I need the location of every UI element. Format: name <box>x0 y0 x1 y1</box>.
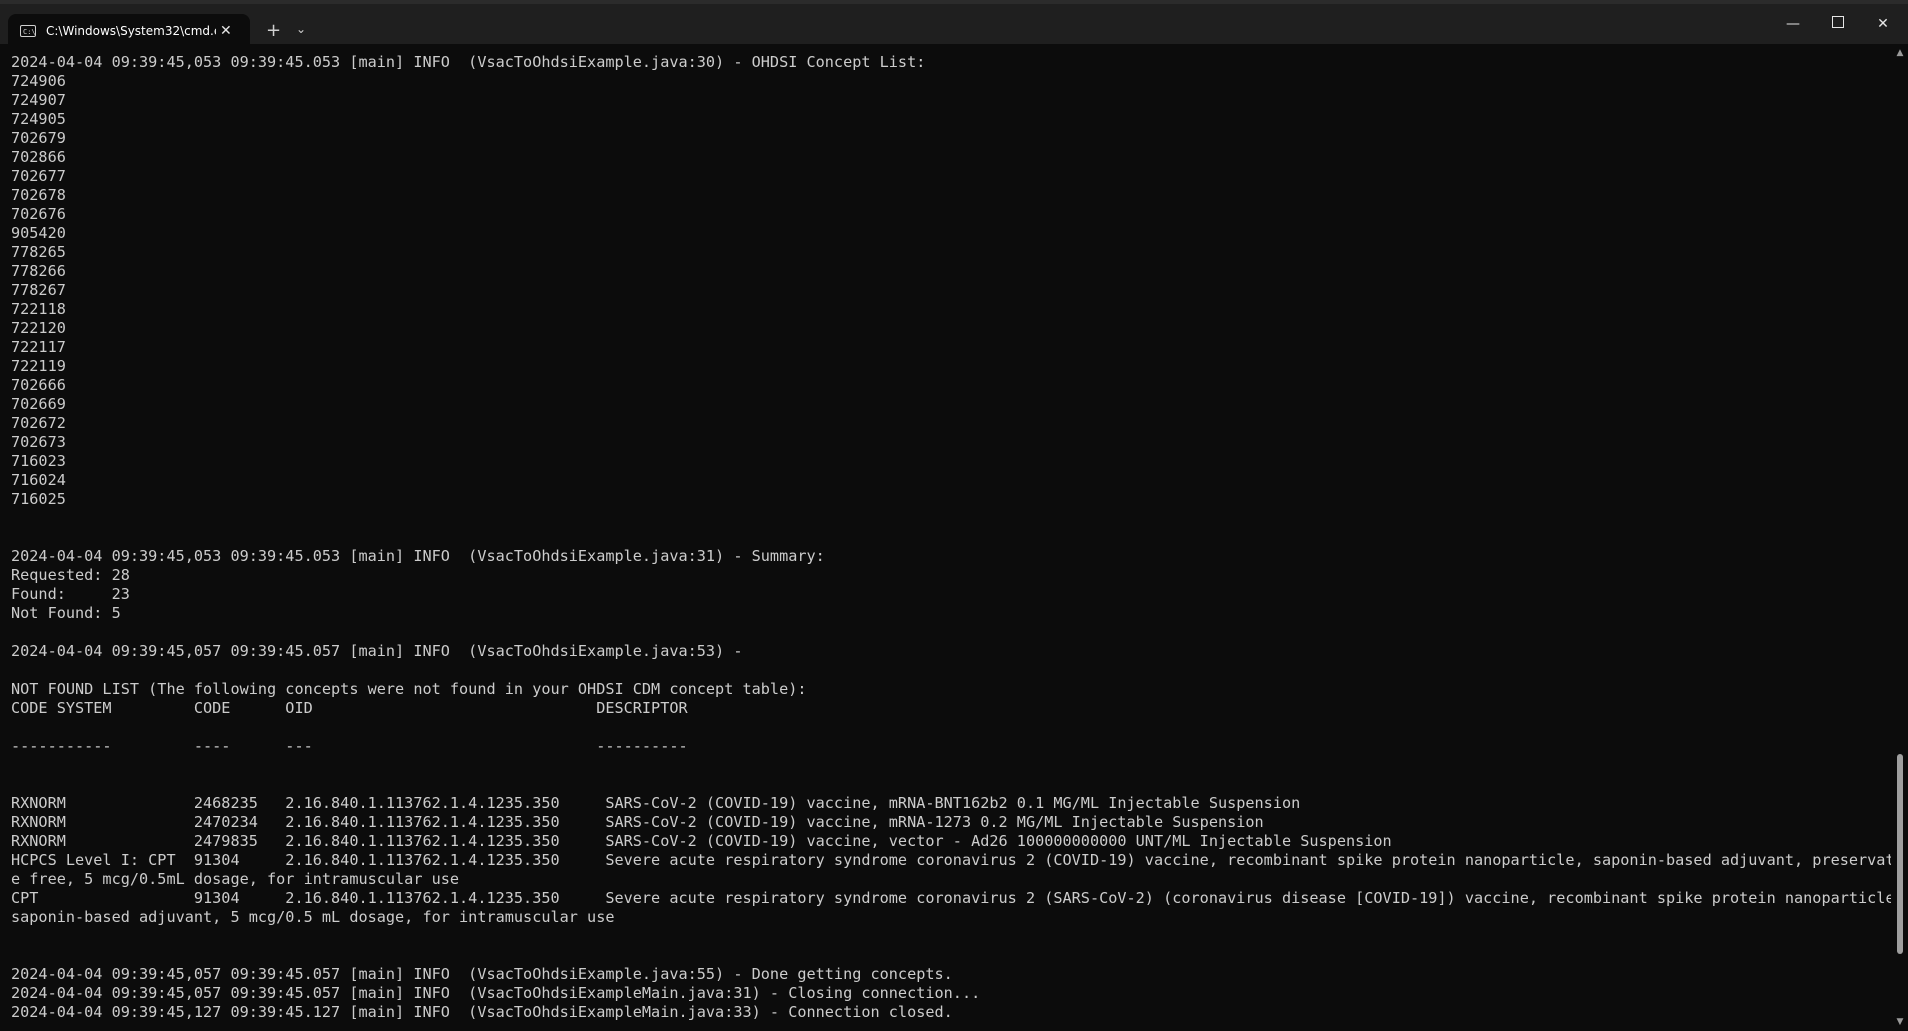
scroll-up-icon[interactable]: ▲ <box>1892 48 1908 58</box>
terminal-line: RXNORM 2470234 2.16.840.1.113762.1.4.123… <box>11 813 1264 831</box>
terminal-line: Found: 23 <box>11 585 130 603</box>
terminal-line: 778267 <box>11 281 66 299</box>
terminal-line: ----------- ---- --- ---------- <box>11 737 688 755</box>
terminal-line: Not Found: 5 <box>11 604 121 622</box>
terminal-line: 702673 <box>11 433 66 451</box>
terminal-line: NOT FOUND LIST (The following concepts w… <box>11 680 807 698</box>
terminal-line: Requested: 28 <box>11 566 130 584</box>
close-window-button[interactable]: ✕ <box>1873 16 1893 32</box>
terminal-line: CODE SYSTEM CODE OID DESCRIPTOR <box>11 699 688 717</box>
terminal-line: 702676 <box>11 205 66 223</box>
terminal-line: 2024-04-04 09:39:45,057 09:39:45.057 [ma… <box>11 642 743 660</box>
terminal-line: 702678 <box>11 186 66 204</box>
terminal-line: saponin-based adjuvant, 5 mcg/0.5 mL dos… <box>11 908 615 926</box>
terminal-line: 778265 <box>11 243 66 261</box>
terminal-line: 2024-04-04 09:39:45,053 09:39:45.053 [ma… <box>11 547 825 565</box>
terminal-line: HCPCS Level I: CPT 91304 2.16.840.1.1137… <box>11 851 1891 869</box>
maximize-button[interactable] <box>1828 16 1848 32</box>
tab-cmd[interactable]: C:\ C:\Windows\System32\cmd.e ✕ <box>8 14 250 48</box>
new-tab-button[interactable]: + <box>266 20 281 41</box>
terminal-line: 722117 <box>11 338 66 356</box>
terminal-line: 2024-04-04 09:39:45,127 09:39:45.127 [ma… <box>11 1003 953 1021</box>
terminal-line: 905420 <box>11 224 66 242</box>
maximize-icon <box>1832 16 1844 28</box>
scroll-thumb[interactable] <box>1897 754 1903 954</box>
terminal-output[interactable]: 2024-04-04 09:39:45,053 09:39:45.053 [ma… <box>11 53 1891 1023</box>
terminal-line: 702672 <box>11 414 66 432</box>
terminal-line: 702666 <box>11 376 66 394</box>
close-tab-icon[interactable]: ✕ <box>220 23 232 39</box>
terminal-line: 716023 <box>11 452 66 470</box>
terminal-line: RXNORM 2479835 2.16.840.1.113762.1.4.123… <box>11 832 1392 850</box>
terminal-line: 716025 <box>11 490 66 508</box>
terminal-window: C:\ C:\Windows\System32\cmd.e ✕ + ⌄ — ✕ … <box>0 0 1908 1031</box>
terminal-line: 778266 <box>11 262 66 280</box>
terminal-line: RXNORM 2468235 2.16.840.1.113762.1.4.123… <box>11 794 1301 812</box>
terminal-line: 722119 <box>11 357 66 375</box>
terminal-line: 724907 <box>11 91 66 109</box>
terminal-line: 702679 <box>11 129 66 147</box>
scroll-down-icon[interactable]: ▼ <box>1892 1017 1908 1027</box>
title-bar: C:\ C:\Windows\System32\cmd.e ✕ + ⌄ — ✕ <box>0 0 1908 48</box>
terminal-line: 2024-04-04 09:39:45,053 09:39:45.053 [ma… <box>11 53 926 71</box>
terminal-line: 2024-04-04 09:39:45,057 09:39:45.057 [ma… <box>11 984 981 1002</box>
terminal-line: 724905 <box>11 110 66 128</box>
terminal-line: 2024-04-04 09:39:45,127 09:39:45.127 [ma… <box>11 1022 1891 1023</box>
terminal-line: 722118 <box>11 300 66 318</box>
terminal-line: 702866 <box>11 148 66 166</box>
terminal-line: 722120 <box>11 319 66 337</box>
terminal-line: e free, 5 mcg/0.5mL dosage, for intramus… <box>11 870 460 888</box>
terminal-line: CPT 91304 2.16.840.1.113762.1.4.1235.350… <box>11 889 1891 907</box>
terminal-line: 702669 <box>11 395 66 413</box>
cmd-icon: C:\ <box>20 25 36 37</box>
chevron-down-icon[interactable]: ⌄ <box>296 22 306 36</box>
terminal-line: 716024 <box>11 471 66 489</box>
terminal-line: 702677 <box>11 167 66 185</box>
vertical-scrollbar[interactable]: ▲ ▼ <box>1892 44 1908 1031</box>
terminal-line: 724906 <box>11 72 66 90</box>
minimize-button[interactable]: — <box>1783 16 1803 32</box>
terminal-line: 2024-04-04 09:39:45,057 09:39:45.057 [ma… <box>11 965 953 983</box>
tab-title: C:\Windows\System32\cmd.e <box>46 24 216 38</box>
